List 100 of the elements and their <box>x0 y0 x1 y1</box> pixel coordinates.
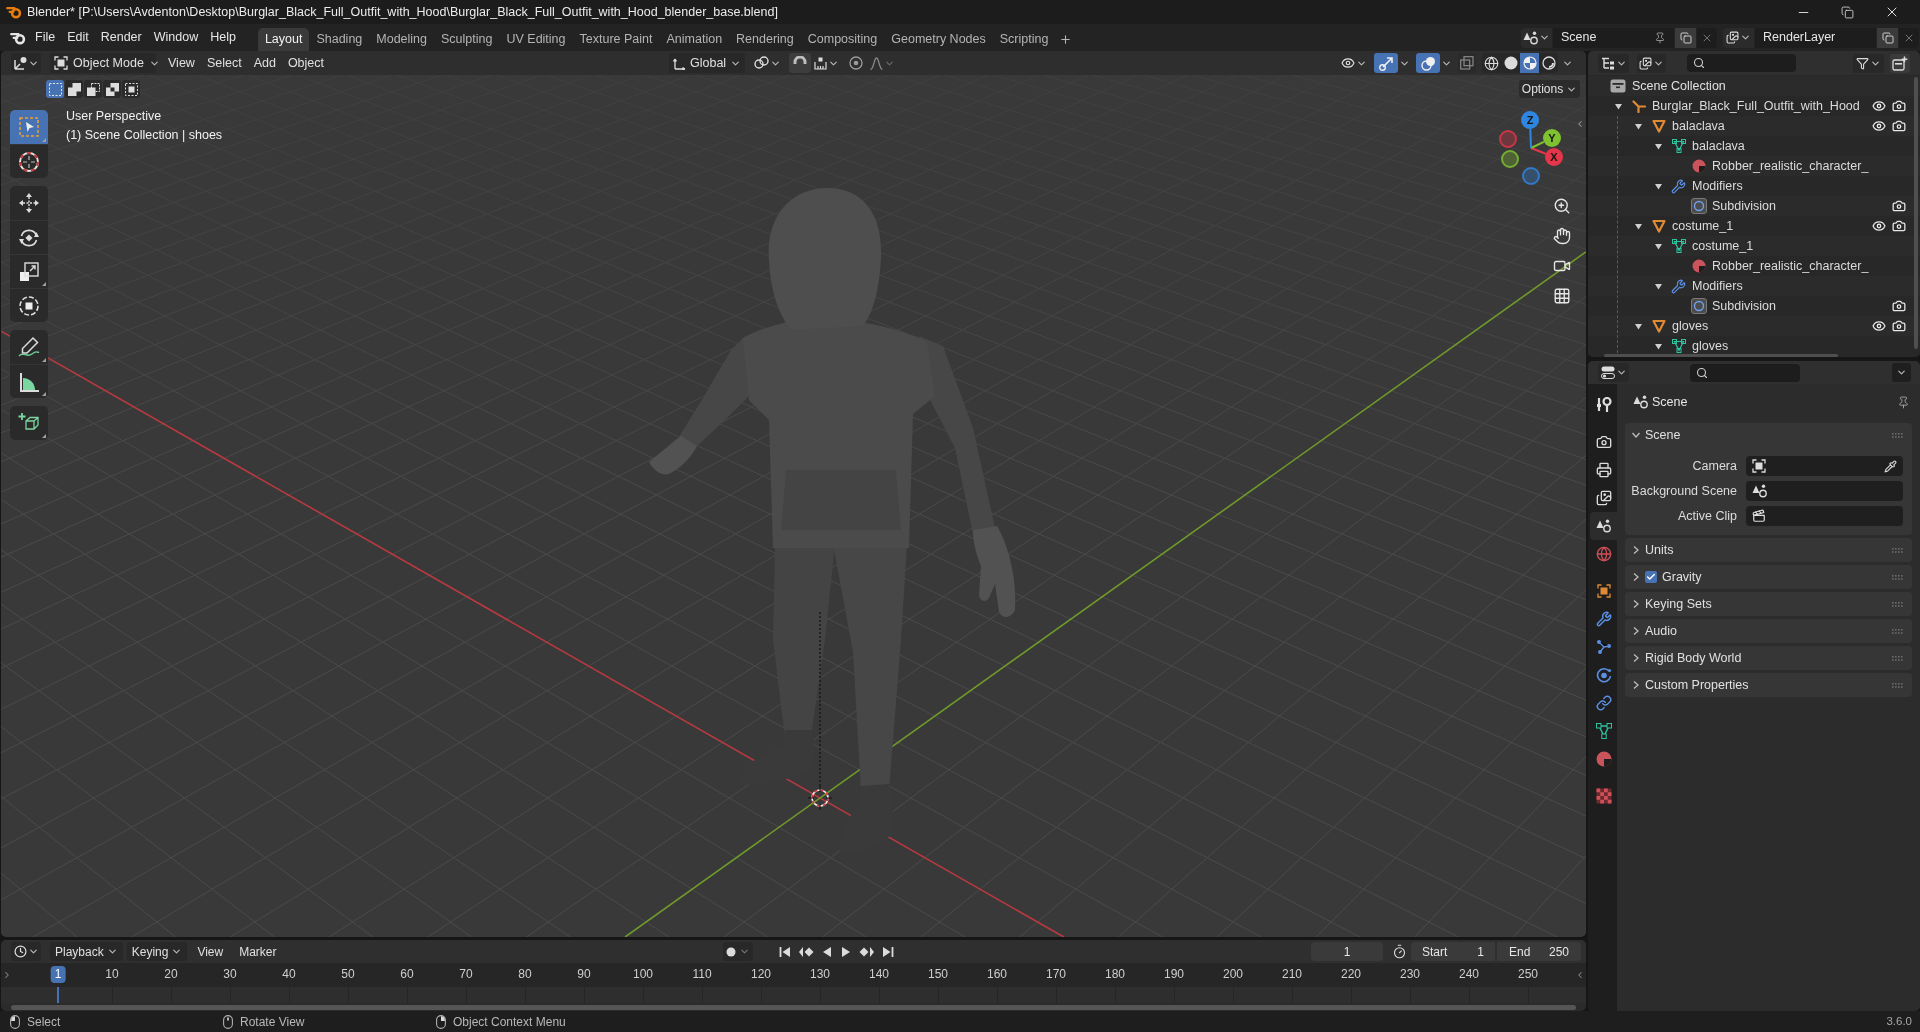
orientation-dropdown[interactable]: Global <box>669 53 745 73</box>
menu-item[interactable]: File <box>29 26 62 49</box>
start-frame-field[interactable]: Start 1 <box>1411 942 1495 961</box>
editor-type-button[interactable] <box>11 53 41 73</box>
filter-dropdown[interactable] <box>1853 53 1884 73</box>
restore-icon[interactable] <box>1841 5 1854 19</box>
unlink-button[interactable] <box>1697 27 1717 48</box>
menu-dropdown[interactable]: Playback <box>50 942 123 961</box>
menu-item[interactable]: Object <box>281 53 330 73</box>
auto-keying-button[interactable] <box>722 942 753 961</box>
pin-icon[interactable] <box>1897 395 1910 409</box>
camera-icon[interactable] <box>1892 299 1906 313</box>
workspace-tab[interactable]: Geometry Nodes <box>884 28 993 51</box>
viewport[interactable]: Object Mode View Select Add Object Global Options User Perspective (1) Scene Collection | shoes Z Y X <box>1 51 1586 937</box>
stopwatch-icon[interactable] <box>1392 944 1407 959</box>
options-dropdown[interactable]: Options <box>1519 80 1580 98</box>
negative-axis-handle[interactable] <box>1499 130 1517 148</box>
hand-icon[interactable] <box>1553 227 1571 245</box>
workspace-tab[interactable]: Scripting <box>992 28 1056 51</box>
drag-handle-icon[interactable] <box>1892 547 1903 553</box>
pin-icon[interactable] <box>1654 31 1666 44</box>
select-mode-button[interactable] <box>103 80 121 98</box>
outliner-row[interactable]: gloves <box>1588 336 1920 356</box>
chevron-right-icon[interactable] <box>2 970 12 980</box>
disclosure-triangle-icon[interactable] <box>1634 122 1642 130</box>
disclosure-triangle-icon[interactable] <box>1654 142 1662 150</box>
workspace-tab[interactable]: Texture Paint <box>572 28 660 51</box>
drag-handle-icon[interactable] <box>1892 574 1903 580</box>
snap-toggle-button[interactable] <box>789 53 811 73</box>
disclosure-triangle-icon[interactable] <box>1654 242 1662 250</box>
workspace-tab[interactable]: Layout <box>257 28 310 51</box>
current-frame-field[interactable]: 1 <box>1311 942 1383 961</box>
frame-ruler[interactable]: 1 10 20 30 40 50 60 70 80 90 100 110 120 130 140 150 160 170 180 190 200 210 220 230 240 250 <box>1 963 1586 987</box>
eye-icon[interactable] <box>1872 99 1886 113</box>
properties-tab[interactable] <box>1590 512 1617 540</box>
end-frame-field[interactable]: End 250 <box>1497 942 1581 961</box>
workspace-tab[interactable]: Compositing <box>800 28 885 51</box>
scene-field[interactable] <box>1746 481 1903 501</box>
negative-axis-handle[interactable] <box>1522 167 1540 185</box>
eye-icon[interactable] <box>1872 119 1886 133</box>
jump-end-icon[interactable] <box>881 945 894 958</box>
duplicate-button[interactable] <box>1675 27 1696 48</box>
tool-button[interactable] <box>10 364 48 398</box>
camera-icon[interactable] <box>1892 199 1906 213</box>
options-dropdown[interactable] <box>1892 363 1911 382</box>
scrollbar[interactable] <box>1604 354 1838 357</box>
zoom-icon[interactable] <box>1553 197 1571 215</box>
tool-button[interactable] <box>10 220 48 254</box>
workspace-tab[interactable]: Animation <box>659 28 730 51</box>
select-mode-button[interactable] <box>84 80 102 98</box>
negative-axis-handle[interactable] <box>1501 150 1519 168</box>
mode-dropdown[interactable]: Object Mode <box>50 53 156 73</box>
tool-button[interactable] <box>10 288 48 322</box>
disclosure-triangle-icon[interactable] <box>1654 182 1662 190</box>
view-layer-name-field[interactable]: RenderLayer <box>1755 27 1876 48</box>
drag-handle-icon[interactable] <box>1892 682 1903 688</box>
eye-icon[interactable] <box>1872 219 1886 233</box>
eye-icon[interactable] <box>1872 319 1886 333</box>
workspace-tab[interactable]: Shading <box>309 28 370 51</box>
camera-icon[interactable] <box>1892 119 1906 133</box>
axis-handle[interactable]: Z <box>1521 111 1539 129</box>
workspace-tab[interactable]: Rendering <box>729 28 801 51</box>
tool-button[interactable] <box>10 186 48 220</box>
menu-item[interactable]: Render <box>94 26 148 49</box>
select-mode-button[interactable] <box>65 80 83 98</box>
disclosure-triangle-icon[interactable] <box>1614 102 1622 110</box>
key-forward-icon[interactable] <box>858 945 875 958</box>
menu-item[interactable]: Window <box>147 26 205 49</box>
tool-button[interactable] <box>10 254 48 288</box>
duplicate-button[interactable] <box>1877 27 1898 48</box>
browse-button[interactable] <box>1723 27 1754 48</box>
disclosure-triangle-icon[interactable] <box>1634 222 1642 230</box>
drag-handle-icon[interactable] <box>1892 655 1903 661</box>
new-collection-button[interactable] <box>1890 53 1910 73</box>
chevron-left-icon[interactable] <box>1575 970 1585 980</box>
menu-item[interactable]: Edit <box>61 26 95 49</box>
editor-type-button[interactable] <box>11 942 41 961</box>
overlay-toggle-button[interactable] <box>1416 53 1440 73</box>
select-mode-button[interactable] <box>46 80 64 98</box>
xray-toggle-button[interactable] <box>1458 53 1476 73</box>
workspace-tab[interactable]: UV Editing <box>499 28 573 51</box>
workspace-tab[interactable]: Modeling <box>369 28 435 51</box>
panel-header[interactable]: Custom Properties <box>1625 673 1912 697</box>
key-back-icon[interactable] <box>797 945 814 958</box>
browse-button[interactable] <box>1521 27 1552 48</box>
camera-icon[interactable] <box>1892 99 1906 113</box>
disclosure-triangle-icon[interactable] <box>1654 282 1662 290</box>
search-field[interactable] <box>1690 363 1800 382</box>
checkbox[interactable] <box>1645 571 1657 583</box>
menu-item[interactable]: Add <box>247 53 282 73</box>
search-field[interactable] <box>1687 54 1796 72</box>
menu-item[interactable]: View <box>191 942 230 961</box>
gizmo-toggle-button[interactable] <box>1374 53 1398 73</box>
scrollbar[interactable] <box>1914 77 1918 349</box>
app-logo-icon[interactable] <box>10 30 26 45</box>
select-mode-button[interactable] <box>122 80 140 98</box>
camera-field[interactable] <box>1746 456 1903 476</box>
shading-mode-button[interactable] <box>1539 53 1558 73</box>
clip-field[interactable] <box>1746 506 1903 526</box>
panel-header[interactable]: Gravity <box>1625 565 1912 589</box>
